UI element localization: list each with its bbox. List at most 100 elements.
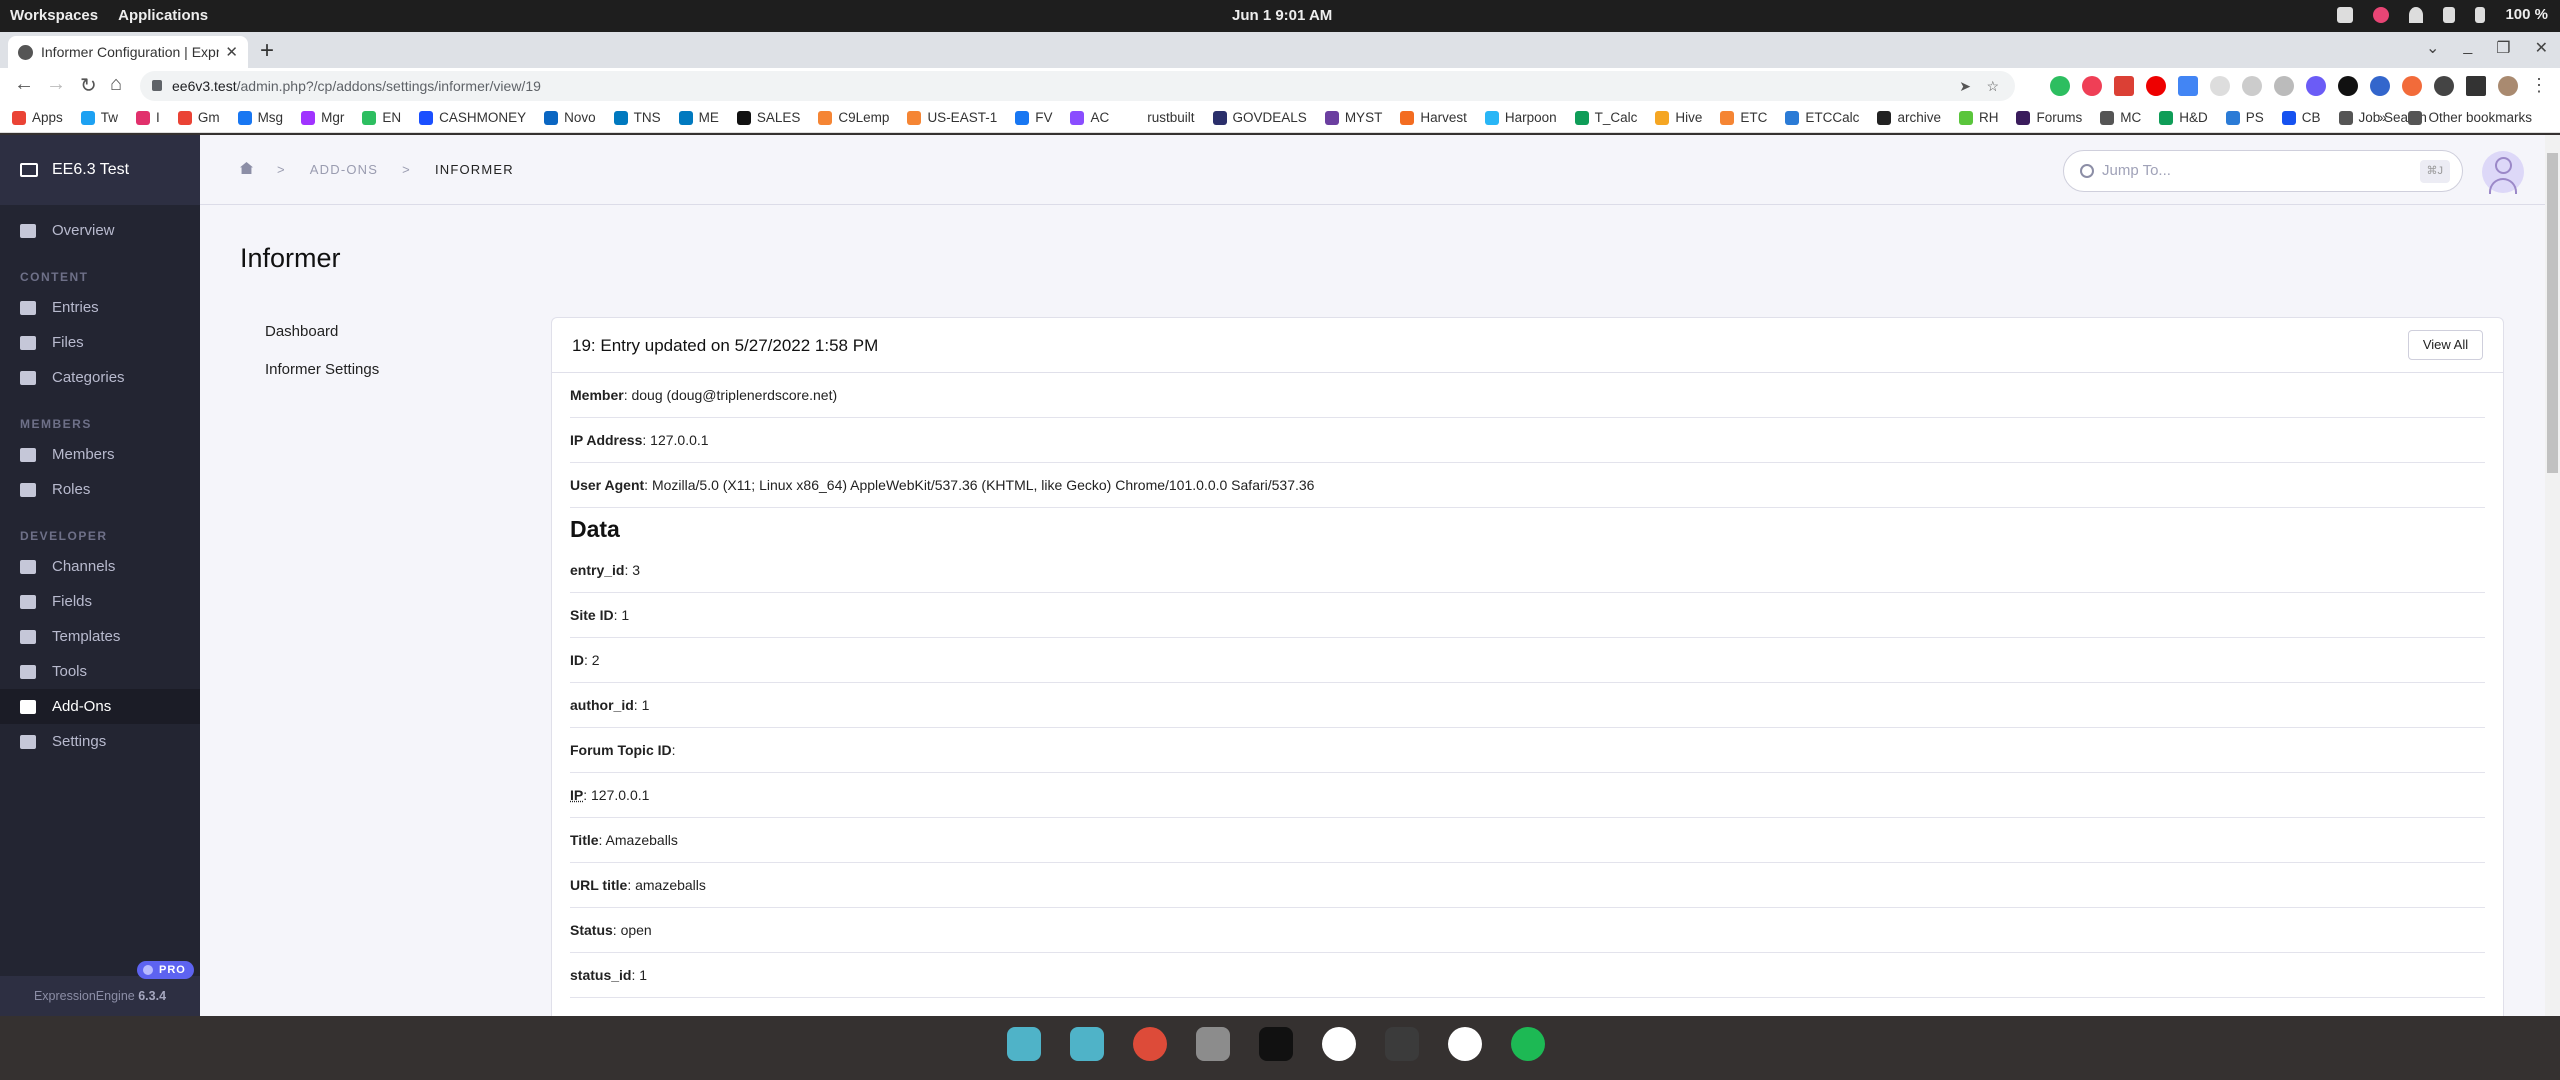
close-window-icon[interactable]: ✕ [2535, 38, 2548, 58]
subnav-dashboard[interactable]: Dashboard [265, 323, 379, 361]
chrome-icon[interactable] [1133, 1027, 1167, 1061]
sidebar-item-entries[interactable]: Entries [0, 290, 200, 325]
sidebar-item-files[interactable]: Files [0, 325, 200, 360]
bookmark-item[interactable]: ETC [1720, 110, 1767, 125]
sidebar-item-categories[interactable]: Categories [0, 360, 200, 395]
other-bookmarks-folder[interactable]: Other bookmarks [2408, 110, 2532, 125]
forward-icon[interactable]: → [46, 73, 66, 96]
reload-icon[interactable]: ↻ [80, 73, 97, 98]
address-bar[interactable]: ee6v3.test/admin.php?/cp/addons/settings… [140, 71, 2015, 101]
puzzle-extensions-icon[interactable] [2434, 75, 2454, 96]
browser-menu-icon[interactable]: ⋮ [2530, 75, 2548, 96]
bookmark-item[interactable]: CASHMONEY [419, 110, 526, 125]
sync-icon[interactable] [2338, 75, 2358, 96]
terminal-icon[interactable] [1259, 1027, 1293, 1061]
screen-icon[interactable] [2337, 6, 2354, 23]
bookmark-item[interactable]: EN [362, 110, 401, 125]
sublime-text-icon[interactable] [1385, 1027, 1419, 1061]
bookmark-item[interactable]: archive [1877, 110, 1941, 125]
send-icon[interactable]: ➤ [1959, 71, 1971, 101]
battery-icon[interactable] [2475, 6, 2486, 23]
view-all-button[interactable]: View All [2408, 330, 2483, 360]
sidebar-item-members[interactable]: Members [0, 437, 200, 472]
bookmark-item[interactable]: Forums [2016, 110, 2082, 125]
bookmark-item[interactable]: SALES [736, 110, 800, 125]
workspaces-menu[interactable]: Workspaces [10, 7, 98, 24]
bookmark-item[interactable]: Apps [12, 110, 63, 125]
bookmark-item[interactable]: Mgr [301, 110, 344, 125]
bookmark-item[interactable]: Tw [80, 110, 118, 125]
bookmark-item[interactable]: MYST [1324, 110, 1382, 125]
new-tab-button[interactable]: + [260, 37, 274, 65]
evernote-icon[interactable] [2050, 75, 2070, 96]
bookmark-item[interactable]: US-EAST-1 [907, 110, 997, 125]
bookmark-item[interactable]: H&D [2159, 110, 2208, 125]
sidebar-item-tools[interactable]: Tools [0, 654, 200, 689]
adblock-icon[interactable] [2146, 75, 2166, 96]
sidepanel-icon[interactable] [2466, 75, 2486, 96]
eyedropper-icon[interactable] [2178, 75, 2198, 96]
bookmark-item[interactable]: Harpoon [1484, 110, 1557, 125]
sidebar-item-templates[interactable]: Templates [0, 619, 200, 654]
bookmark-item[interactable]: Gm [177, 110, 220, 125]
bookmark-item[interactable]: Hive [1655, 110, 1702, 125]
applications-menu[interactable]: Applications [118, 7, 208, 24]
clock[interactable]: Jun 1 9:01 AM [1232, 7, 1332, 24]
minimize-icon[interactable]: _ [2463, 38, 2472, 58]
breadcrumb-addons[interactable]: ADD-ONS [310, 162, 378, 177]
bookmark-star-icon[interactable]: ☆ [1986, 71, 1999, 101]
close-tab-icon[interactable]: ✕ [225, 43, 238, 61]
bookmark-item[interactable]: CB [2281, 110, 2321, 125]
vue-icon[interactable] [2274, 75, 2294, 96]
sidebar-item-settings[interactable]: Settings [0, 724, 200, 759]
move-icon[interactable] [2210, 75, 2230, 96]
sidebar-item-add-ons[interactable]: Add-Ons [0, 689, 200, 724]
beaver-icon[interactable] [1322, 1027, 1356, 1061]
home-icon[interactable]: ⌂ [110, 73, 122, 96]
branch-icon[interactable] [2370, 75, 2390, 96]
notes-icon[interactable] [2242, 75, 2262, 96]
slack-tray-icon[interactable] [2373, 6, 2390, 23]
bookmark-item[interactable]: T_Calc [1574, 110, 1637, 125]
subnav-informer-settings[interactable]: Informer Settings [265, 361, 379, 399]
pocket-icon[interactable] [2082, 75, 2102, 96]
sidebar-item-fields[interactable]: Fields [0, 584, 200, 619]
sidebar-item-channels[interactable]: Channels [0, 549, 200, 584]
sidebar-item-roles[interactable]: Roles [0, 472, 200, 507]
files-icon[interactable] [1196, 1027, 1230, 1061]
bookmark-item[interactable]: PS [2225, 110, 2264, 125]
site-name-link[interactable]: EE6.3 Test [0, 135, 200, 205]
bookmarks-overflow-button[interactable]: » [2379, 110, 2387, 125]
bookmark-item[interactable]: GOVDEALS [1212, 110, 1307, 125]
sidebar-item-overview[interactable]: Overview [0, 213, 200, 248]
scrollbar-thumb[interactable] [2547, 153, 2558, 473]
tab-search-icon[interactable]: ⌄ [2426, 38, 2439, 58]
window-switcher-icon[interactable] [1070, 1027, 1104, 1061]
restore-icon[interactable]: ❐ [2496, 38, 2510, 58]
bookmark-item[interactable]: RH [1958, 110, 1998, 125]
clockify-icon[interactable] [2306, 75, 2326, 96]
todoist-icon[interactable] [2114, 75, 2134, 96]
wifi-icon[interactable] [2409, 6, 2424, 23]
browser-tab[interactable]: Informer Configuration | Expr ✕ [8, 36, 248, 68]
bookmark-item[interactable]: MC [2100, 110, 2141, 125]
back-icon[interactable]: ← [14, 73, 34, 96]
profile-avatar[interactable] [2498, 75, 2518, 96]
bookmark-item[interactable]: rustbuilt [1127, 110, 1195, 125]
user-avatar[interactable] [2482, 151, 2524, 194]
bookmark-item[interactable]: I [136, 110, 160, 125]
bookmark-item[interactable]: ETCCalc [1785, 110, 1859, 125]
bookmark-item[interactable]: Harvest [1400, 110, 1467, 125]
bookmark-item[interactable]: ME [678, 110, 719, 125]
bookmark-item[interactable]: Msg [237, 110, 283, 125]
toggl-icon[interactable] [2402, 75, 2422, 96]
scrollbar[interactable] [2545, 135, 2560, 1016]
slack-icon[interactable] [1448, 1027, 1482, 1061]
volume-icon[interactable] [2443, 6, 2456, 23]
bookmark-item[interactable]: Novo [544, 110, 596, 125]
bookmark-item[interactable]: AC [1070, 110, 1109, 125]
jump-to-input[interactable]: Jump To... ⌘J [2063, 150, 2463, 192]
home-icon[interactable] [240, 162, 253, 174]
bookmark-item[interactable]: C9Lemp [818, 110, 889, 125]
bookmark-item[interactable]: FV [1015, 110, 1052, 125]
